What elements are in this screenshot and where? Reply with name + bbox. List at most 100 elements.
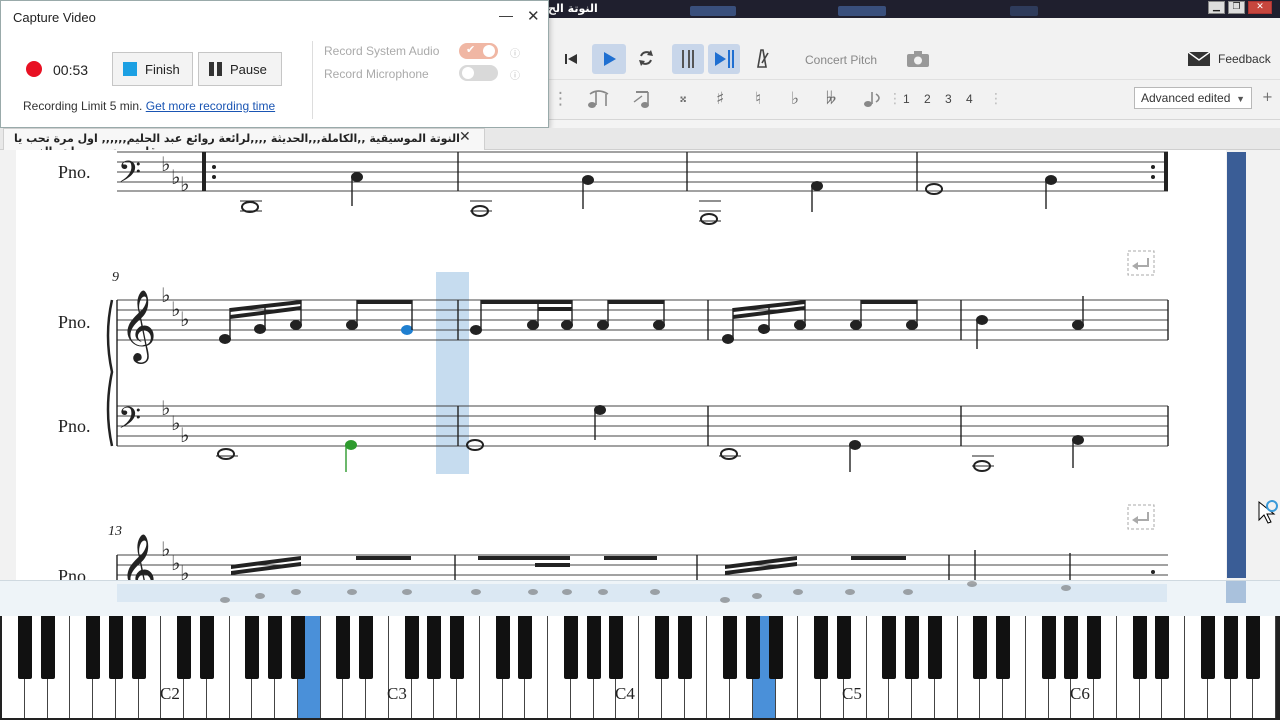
key-label-c4: C4 [615, 684, 635, 703]
black-key[interactable] [836, 616, 851, 679]
score-tab[interactable]: النوتة الموسيقية ,,الكاملة,,,الحديثة ,,,… [3, 128, 485, 158]
grace-note-icon[interactable] [632, 88, 654, 110]
info-icon[interactable]: ⓘ [510, 67, 520, 82]
voice-1-button[interactable]: 1 [903, 92, 910, 106]
black-key[interactable] [1155, 616, 1170, 679]
black-key[interactable] [609, 616, 624, 679]
rewind-icon[interactable] [563, 51, 579, 67]
black-key[interactable] [177, 616, 191, 679]
black-key[interactable] [290, 616, 305, 679]
stop-icon [123, 62, 137, 76]
black-key[interactable] [654, 616, 669, 679]
black-key[interactable] [268, 616, 282, 679]
black-key[interactable] [518, 616, 533, 679]
black-key[interactable] [1223, 616, 1238, 679]
black-key[interactable] [40, 616, 55, 679]
svg-text:♭: ♭ [161, 283, 170, 307]
flat-icon[interactable]: ♭ [791, 89, 799, 109]
black-key[interactable] [495, 616, 510, 679]
black-key[interactable] [404, 616, 419, 679]
black-key[interactable] [973, 616, 988, 679]
voice-2-button[interactable]: 2 [924, 92, 931, 106]
toggle-knob [483, 45, 495, 57]
sharp-icon[interactable]: ♯ [716, 89, 724, 109]
black-key[interactable] [927, 616, 942, 679]
repeat-dot [212, 175, 216, 179]
loop-icon[interactable] [636, 48, 656, 68]
treble-clef-icon: 𝄞 [120, 532, 157, 580]
capture-close-button[interactable]: ✕ [527, 7, 540, 25]
black-key[interactable] [359, 616, 373, 679]
tab-close-button[interactable]: ✕ [459, 129, 471, 145]
voice-4-button[interactable]: 4 [966, 92, 973, 106]
tie-icon[interactable] [586, 88, 610, 110]
black-key[interactable] [996, 616, 1010, 679]
black-key[interactable] [17, 616, 32, 679]
double-flat-icon[interactable]: 𝄫 [826, 89, 836, 109]
black-key[interactable] [245, 616, 260, 679]
black-key[interactable] [131, 616, 146, 679]
flip-direction-icon[interactable] [862, 88, 884, 110]
black-key[interactable] [1064, 616, 1079, 679]
black-key[interactable] [882, 616, 897, 679]
window-close-button[interactable]: ✕ [1248, 1, 1272, 14]
get-more-time-link[interactable]: Get more recording time [146, 99, 275, 113]
score-canvas[interactable]: Pno. Pno. Pno. Pno. 9 13 𝄢 𝄢 𝄞 𝄞 ♭♭ ♭ ♭♭… [0, 150, 1280, 580]
finish-button[interactable]: Finish [112, 52, 193, 86]
vertical-scrollbar[interactable] [1227, 152, 1246, 578]
pause-button[interactable]: Pause [198, 52, 282, 86]
natural-icon[interactable]: ♮ [755, 89, 761, 109]
loop-in-button[interactable] [672, 44, 704, 74]
microphone-toggle[interactable] [459, 65, 498, 81]
black-key[interactable] [336, 616, 351, 679]
info-icon[interactable]: ⓘ [510, 45, 520, 60]
black-key[interactable] [745, 616, 760, 679]
key-label-c3: C3 [387, 684, 407, 703]
black-key[interactable] [677, 616, 692, 679]
black-key[interactable] [108, 616, 123, 679]
metronome-icon[interactable] [752, 47, 772, 69]
toolbar-overflow-icon[interactable]: + [1262, 90, 1273, 105]
repeat-dot [1151, 175, 1155, 179]
black-key[interactable] [199, 616, 214, 679]
black-key[interactable] [1041, 616, 1056, 679]
window-minimize-button[interactable]: ▁ [1208, 1, 1225, 14]
voice-3-button[interactable]: 3 [945, 92, 952, 106]
black-key[interactable] [1132, 616, 1147, 679]
camera-icon[interactable] [906, 50, 930, 68]
instrument-label: Pno. [58, 566, 91, 580]
double-sharp-icon[interactable]: 𝄪 [680, 90, 686, 106]
black-key[interactable] [905, 616, 919, 679]
black-key[interactable] [563, 616, 578, 679]
workspace-select[interactable]: Advanced edited ▼ [1134, 87, 1252, 109]
workspace-select-value: Advanced edited [1141, 91, 1231, 105]
black-key[interactable] [768, 616, 783, 679]
window-maximize-button[interactable]: ❐ [1228, 1, 1245, 14]
play-button[interactable] [592, 44, 626, 74]
key-label-c5: C5 [842, 684, 862, 703]
system-break-icon[interactable] [1127, 250, 1155, 276]
capture-minimize-button[interactable]: — [499, 7, 513, 23]
black-key[interactable] [427, 616, 442, 679]
feedback-button[interactable]: Feedback [1188, 52, 1271, 66]
black-key[interactable] [723, 616, 737, 679]
barlines [116, 152, 1169, 580]
black-key[interactable] [86, 616, 100, 679]
black-key[interactable] [450, 616, 464, 679]
black-key[interactable] [1087, 616, 1101, 679]
black-key[interactable] [814, 616, 828, 679]
system-audio-toggle[interactable]: ✔ [459, 43, 498, 59]
play-icon [604, 52, 616, 66]
loop-out-button[interactable] [708, 44, 740, 74]
system-break-icon[interactable] [1127, 504, 1155, 530]
loop-out-icon [715, 50, 734, 68]
toolbar-separator: ⋮ [989, 91, 1003, 107]
concert-pitch-button[interactable]: Concert Pitch [805, 53, 877, 67]
black-key[interactable] [1246, 616, 1261, 679]
svg-text:♭: ♭ [161, 396, 170, 420]
black-key[interactable] [586, 616, 601, 679]
piano-keyboard[interactable]: C2 C3 C4 C5 C6 [0, 616, 1280, 720]
key-signature-flats: ♭♭ ♭ ♭♭ ♭ ♭♭ ♭ ♭♭ ♭ [161, 152, 189, 580]
black-key[interactable] [1200, 616, 1215, 679]
blurred-staff-preview [117, 581, 1246, 603]
